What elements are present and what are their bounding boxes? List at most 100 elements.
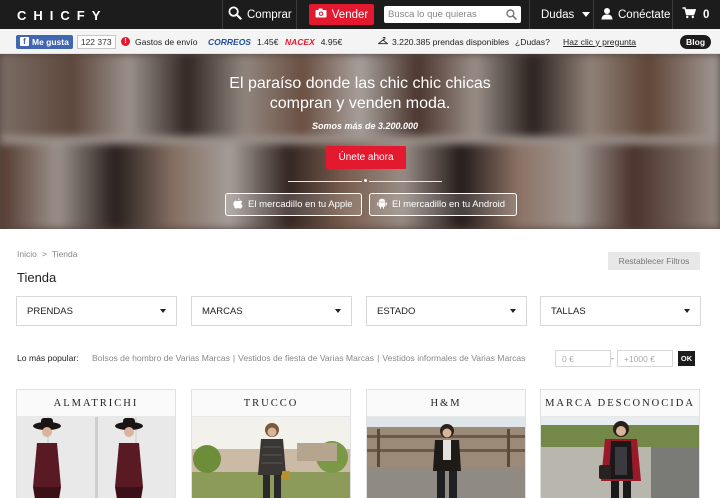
- hero-member-count: Somos más de 3.200.000: [311, 121, 419, 131]
- join-now-button[interactable]: Únete ahora: [326, 146, 406, 169]
- facebook-like-widget[interactable]: f Me gusta 122 373: [16, 29, 116, 54]
- filter-marcas-dropdown[interactable]: MARCAS: [191, 296, 352, 326]
- facebook-like-button[interactable]: f Me gusta: [16, 34, 73, 49]
- page-title: Tienda: [17, 270, 57, 285]
- questions-label: ¿Dudas?: [515, 36, 550, 47]
- brand-card-hm[interactable]: H&M: [366, 389, 526, 498]
- popular-link-separator: |: [232, 353, 236, 363]
- cart-button[interactable]: 0: [682, 0, 709, 29]
- nav-divider: [672, 0, 673, 29]
- popular-link[interactable]: Bolsos de hombro de Varias Marcas: [92, 353, 230, 363]
- blog-link[interactable]: Blog: [680, 29, 712, 54]
- chevron-down-icon: [582, 12, 591, 17]
- carrier-correos: CORREOS 1.45€: [208, 29, 279, 54]
- popular-link-separator: |: [377, 353, 380, 363]
- search-icon: [228, 6, 242, 23]
- brand-card-image: [17, 417, 175, 498]
- search-input[interactable]: [388, 9, 500, 20]
- filter-tallas-dropdown[interactable]: TALLAS: [540, 296, 701, 326]
- breadcrumb-separator: >: [41, 249, 47, 259]
- filter-prendas-dropdown[interactable]: PRENDAS: [16, 296, 177, 326]
- max-price-input[interactable]: [617, 350, 673, 367]
- popular-links: Bolsos de hombro de Varias Marcas | Vestid…: [92, 353, 525, 363]
- brand-card-almatrichi[interactable]: ALMATRICHI: [16, 389, 176, 498]
- filter-label: TALLAS: [551, 305, 586, 317]
- top-navigation-bar: CHICFY Comprar Vender Dudas Conéctate: [0, 0, 720, 29]
- hero-headline-line1: El paraíso donde las chic chic chicas: [229, 75, 491, 92]
- correos-price: 1.45€: [256, 36, 279, 47]
- info-bar: f Me gusta 122 373 ! Gastos de envío COR…: [0, 29, 720, 54]
- apple-app-button[interactable]: El mercadillo en tu Apple: [225, 193, 362, 216]
- nav-divider: [296, 0, 297, 29]
- apple-app-label: El mercadillo en tu Apple: [248, 199, 353, 210]
- popular-link[interactable]: Vestidos informales de Varias Marcas: [382, 353, 525, 363]
- hanger-icon: [377, 36, 389, 47]
- brand-card-image: [541, 417, 699, 498]
- breadcrumb-current: Tienda: [51, 249, 78, 259]
- nacex-price: 4.95€: [320, 36, 343, 47]
- items-available-text: 3.220.385 prendas disponibles: [392, 36, 510, 47]
- brand-card-image: [367, 417, 525, 498]
- nav-divider: [529, 0, 530, 29]
- shipping-info: ! Gastos de envío: [121, 29, 198, 54]
- caret-down-icon: [335, 309, 341, 313]
- min-price-input[interactable]: [555, 350, 611, 367]
- facebook-like-label: Me gusta: [32, 36, 69, 47]
- price-range-separator: -: [611, 353, 614, 363]
- camera-icon: [315, 8, 327, 21]
- popular-link[interactable]: Vestidos de fiesta de Varias Marcas: [238, 353, 374, 363]
- blog-label: Blog: [680, 34, 712, 49]
- android-icon: [377, 198, 387, 212]
- filter-label: PRENDAS: [27, 305, 73, 317]
- brand-card-title: MARCA DESCONOCIDA: [541, 390, 699, 417]
- facebook-like-count: 122 373: [76, 34, 116, 49]
- search-box[interactable]: [384, 6, 521, 23]
- popular-label: Lo más popular:: [17, 353, 79, 363]
- filter-estado-dropdown[interactable]: ESTADO: [366, 296, 527, 326]
- alert-icon: !: [121, 37, 130, 46]
- brand-card-title: TRUCCO: [192, 390, 350, 417]
- hero-divider-dot: [364, 179, 367, 182]
- help-label: Dudas: [541, 8, 575, 21]
- cart-icon: [682, 7, 697, 22]
- apple-icon: [233, 197, 243, 212]
- brand-card-marca-desconocida[interactable]: MARCA DESCONOCIDA: [540, 389, 700, 498]
- search-icon[interactable]: [506, 9, 517, 20]
- correos-logo: CORREOS: [208, 36, 251, 47]
- facebook-icon: f: [20, 37, 29, 46]
- carrier-nacex: NACEX 4.95€: [285, 29, 342, 54]
- caret-down-icon: [160, 309, 166, 313]
- sell-label: Vender: [331, 8, 369, 21]
- android-app-button[interactable]: El mercadillo en tu Android: [369, 193, 517, 216]
- android-app-label: El mercadillo en tu Android: [392, 199, 506, 210]
- cart-count: 0: [703, 8, 710, 21]
- user-icon: [601, 7, 613, 23]
- ask-question-link[interactable]: Haz clic y pregunta: [563, 29, 636, 54]
- chicfy-logo[interactable]: CHICFY: [17, 8, 107, 23]
- filter-label: MARCAS: [202, 305, 243, 317]
- caret-down-icon: [510, 309, 516, 313]
- login-button[interactable]: Conéctate: [601, 0, 670, 29]
- brand-card-title: ALMATRICHI: [17, 390, 175, 417]
- help-dropdown[interactable]: Dudas: [541, 0, 591, 29]
- breadcrumb-home-link[interactable]: Inicio: [17, 249, 37, 259]
- brand-card-trucco[interactable]: TRUCCO: [191, 389, 351, 498]
- breadcrumb: Inicio > Tienda: [17, 249, 78, 259]
- caret-down-icon: [684, 309, 690, 313]
- buy-button[interactable]: Comprar: [228, 0, 292, 29]
- hero-headline: El paraíso donde las chic chic chicas co…: [0, 74, 720, 114]
- reset-filters-button[interactable]: Restablecer Filtros: [608, 252, 700, 270]
- brand-card-title: H&M: [367, 390, 525, 417]
- apply-price-button[interactable]: OK: [678, 351, 695, 366]
- hero-divider-left: [288, 181, 362, 182]
- nacex-logo: NACEX: [285, 36, 315, 47]
- nav-divider: [222, 0, 223, 29]
- hero-divider-right: [369, 181, 442, 182]
- items-available: 3.220.385 prendas disponibles: [377, 29, 510, 54]
- shipping-label: Gastos de envío: [135, 36, 198, 47]
- hero-banner: El paraíso donde las chic chic chicas co…: [0, 54, 720, 229]
- hero-headline-line2: compran y venden moda.: [269, 95, 451, 112]
- login-label: Conéctate: [618, 8, 671, 21]
- sell-button[interactable]: Vender: [309, 4, 374, 25]
- nav-divider: [593, 0, 594, 29]
